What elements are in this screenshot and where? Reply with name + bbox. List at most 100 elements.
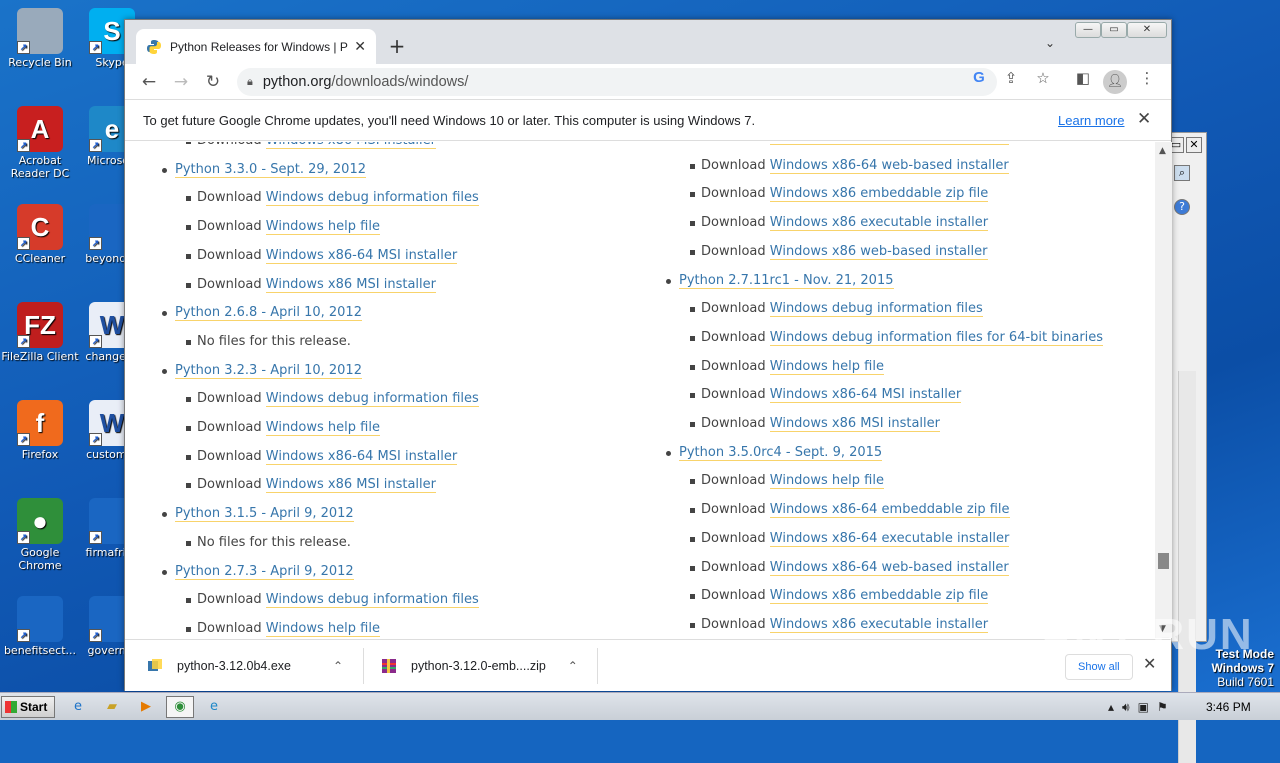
scrollbar-thumb[interactable]: [1158, 553, 1169, 569]
desktop-icon[interactable]: A ↗ Acrobat Reader DC: [0, 106, 80, 180]
download-link[interactable]: Windows help file: [769, 358, 884, 375]
page-scrollbar[interactable]: ▲ ▼: [1155, 142, 1172, 638]
reload-icon[interactable]: ↻: [201, 70, 225, 94]
download-link[interactable]: Windows x86-64 executable installer: [769, 530, 1010, 547]
download-entry: Download Windows x86 MSI installer: [690, 414, 940, 434]
download-link[interactable]: Windows debug information files: [769, 301, 983, 318]
shortcut-arrow-icon: ↗: [17, 335, 30, 348]
search-icon[interactable]: ⌕: [1174, 165, 1190, 181]
download-link[interactable]: Windows debug information files: [265, 190, 479, 207]
download-entry: Download Windows x86-64 executable insta…: [689, 529, 1010, 549]
release-link[interactable]: Python 2.7.11rc1 - Nov. 21, 2015: [679, 272, 894, 289]
entry-prefix: Download: [701, 416, 770, 431]
bg-close-button[interactable]: ✕: [1186, 137, 1202, 153]
profile-avatar-icon[interactable]: 👤︎: [1103, 70, 1127, 94]
download-link[interactable]: Windows help file: [265, 219, 380, 236]
release-link[interactable]: Python 3.1.5 - April 9, 2012: [175, 506, 354, 523]
download-link[interactable]: Windows help file: [265, 620, 380, 637]
download-entry: Download Windows help file: [186, 217, 380, 237]
download-link[interactable]: Windows x86 embeddable zip file: [769, 588, 989, 605]
clock[interactable]: 3:46 PM: [1206, 700, 1251, 714]
chrome-taskbar-icon[interactable]: ◉: [166, 696, 194, 718]
infobar-close-icon[interactable]: ✕: [1137, 109, 1151, 129]
desktop-icon[interactable]: FZ ↗ FileZilla Client: [0, 302, 80, 363]
side-panel-icon[interactable]: ◧: [1071, 69, 1095, 87]
download-link[interactable]: Windows x86-64 web-based installer: [769, 157, 1009, 174]
address-bar[interactable]: 🔒︎ python.org/downloads/windows/: [237, 68, 997, 96]
volume-icon[interactable]: 🔊︎: [1122, 700, 1130, 715]
download-link[interactable]: Windows x86 executable installer: [769, 215, 989, 232]
desktop-icon[interactable]: C ↗ CCleaner: [0, 204, 80, 265]
scroll-up-icon[interactable]: ▲: [1159, 146, 1166, 156]
download-link[interactable]: Windows x86 web-based installer: [769, 243, 988, 260]
tab-close-icon[interactable]: ✕: [354, 38, 366, 55]
maximize-button[interactable]: ▭: [1101, 22, 1127, 38]
tab-search-chevron-icon[interactable]: ⌄: [1045, 36, 1055, 50]
action-center-flag-icon[interactable]: ⚑: [1157, 700, 1168, 714]
release-link[interactable]: Python 3.2.3 - April 10, 2012: [175, 362, 362, 379]
release-link[interactable]: Python 3.5.0rc4 - Sept. 9, 2015: [679, 444, 883, 461]
download-link[interactable]: Windows x86-64 MSI installer: [265, 247, 458, 264]
download-link[interactable]: Windows x86-64 embeddable zip file: [769, 502, 1010, 519]
bookmark-star-icon[interactable]: ☆: [1031, 69, 1055, 87]
release-item: Python 3.3.0 - Sept. 29, 2012: [162, 160, 366, 180]
desktop-icon[interactable]: ↗ benefitsect...: [0, 596, 80, 657]
download-item-zip[interactable]: python-3.12.0-emb....zip ⌃: [381, 640, 578, 692]
minimize-button[interactable]: —: [1075, 22, 1101, 38]
download-link[interactable]: Windows x86-64 web-based installer: [769, 559, 1009, 576]
media-player-icon[interactable]: ▶: [132, 696, 160, 718]
menu-kebab-icon[interactable]: ⋮: [1135, 69, 1159, 87]
download-link[interactable]: Windows x86 MSI installer: [265, 142, 436, 149]
release-link[interactable]: Python 3.3.0 - Sept. 29, 2012: [175, 161, 366, 178]
download-link[interactable]: Windows help file: [769, 473, 884, 490]
download-entry: Download Windows help file: [690, 357, 884, 377]
back-arrow-icon[interactable]: ←: [137, 70, 161, 94]
tray-expand-icon[interactable]: ▴: [1108, 700, 1114, 714]
download-link[interactable]: Windows x86-64 MSI installer: [265, 448, 458, 465]
download-link[interactable]: Windows debug information files for 64-b…: [769, 329, 1104, 346]
ccleaner-icon: C ↗: [17, 204, 63, 250]
download-link[interactable]: Windows x86-64 executable installer: [769, 142, 1010, 145]
network-icon[interactable]: ▣: [1138, 700, 1149, 714]
download-link[interactable]: Windows x86 MSI installer: [265, 477, 436, 494]
download-link[interactable]: Windows debug information files: [265, 592, 479, 609]
close-button[interactable]: ✕: [1127, 22, 1167, 38]
desktop-icon[interactable]: ● ↗ Google Chrome: [0, 498, 80, 572]
entry-prefix: Download: [701, 157, 770, 173]
start-button[interactable]: Start: [1, 696, 55, 718]
lock-icon[interactable]: 🔒︎: [247, 75, 253, 89]
internet-explorer-icon[interactable]: e: [64, 696, 92, 718]
release-link[interactable]: Python 2.6.8 - April 10, 2012: [175, 305, 362, 322]
chevron-up-icon[interactable]: ⌃: [333, 659, 343, 673]
shortcut-arrow-icon: ↗: [17, 139, 30, 152]
download-link[interactable]: Windows x86 MSI installer: [769, 416, 940, 432]
download-link[interactable]: Windows x86 MSI installer: [265, 276, 436, 293]
download-entry: Download Windows debug information files: [186, 590, 479, 610]
desktop-icon[interactable]: ↗ Recycle Bin: [0, 8, 80, 69]
forward-arrow-icon[interactable]: →: [169, 70, 193, 94]
desktop-icon-label: benefitsect...: [3, 644, 77, 657]
chevron-up-icon[interactable]: ⌃: [568, 659, 578, 673]
download-link[interactable]: Windows debug information files: [265, 391, 479, 408]
release-link[interactable]: Python 2.7.3 - April 9, 2012: [175, 563, 354, 580]
shortcut-arrow-icon: ↗: [89, 531, 102, 544]
download-item-exe[interactable]: python-3.12.0b4.exe ⌃: [147, 640, 343, 692]
edge-taskbar-icon[interactable]: e: [200, 696, 228, 718]
help-icon[interactable]: ?: [1174, 199, 1190, 215]
google-lens-icon[interactable]: G: [967, 69, 991, 86]
download-entry: Download Windows help file: [186, 619, 380, 638]
download-link[interactable]: Windows help file: [265, 420, 380, 436]
download-link[interactable]: Windows x86-64 MSI installer: [769, 387, 962, 404]
entry-prefix: Download: [197, 420, 266, 435]
file-explorer-icon[interactable]: ▰: [98, 696, 126, 718]
download-entry: Download Windows x86-64 MSI installer: [185, 246, 458, 266]
tab-python-releases[interactable]: Python Releases for Windows | Pyth ✕: [136, 29, 376, 64]
download-filename: python-3.12.0b4.exe: [177, 659, 291, 673]
learn-more-link[interactable]: Learn more: [1058, 113, 1124, 128]
download-link[interactable]: Windows x86 embeddable zip file: [769, 186, 989, 203]
desktop-icon[interactable]: f ↗ Firefox: [0, 400, 80, 461]
download-link[interactable]: Windows x86 executable installer: [769, 616, 989, 633]
tab-title: Python Releases for Windows | Pyth: [170, 39, 349, 54]
share-icon[interactable]: ⇪: [999, 69, 1023, 87]
new-tab-button[interactable]: +: [387, 34, 407, 58]
